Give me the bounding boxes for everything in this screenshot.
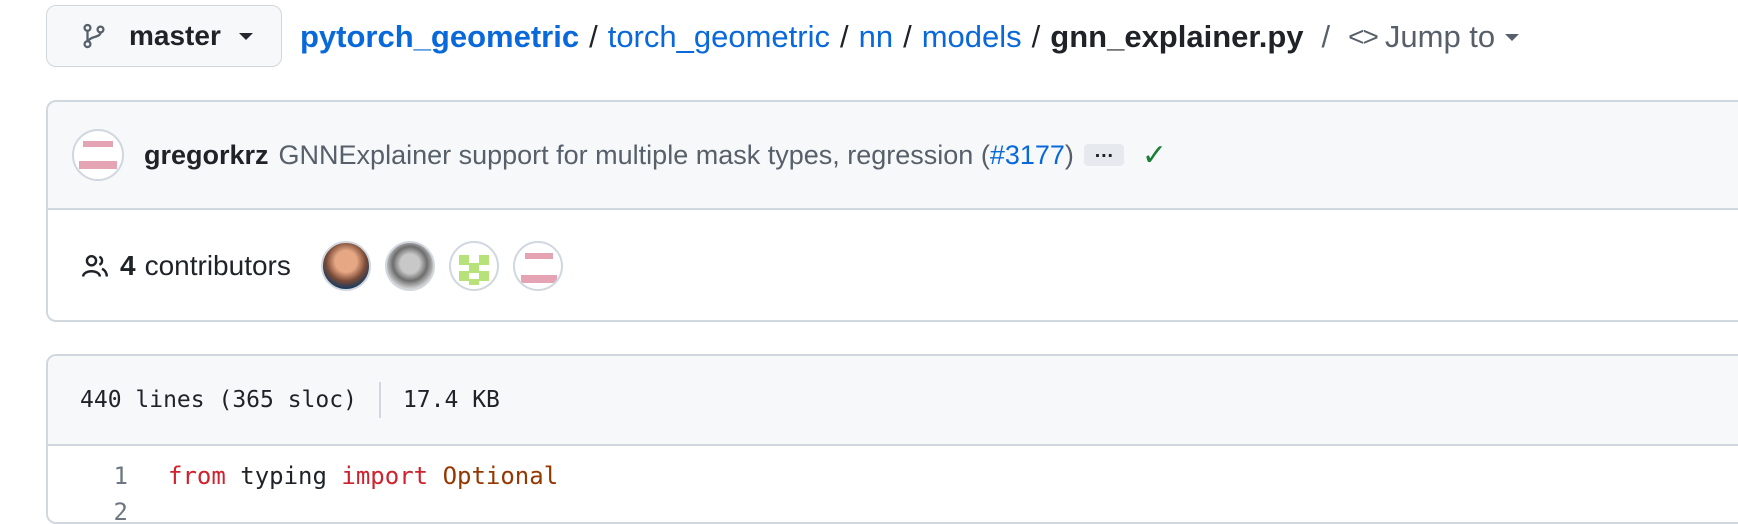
breadcrumb-repo-link[interactable]: pytorch_geometric bbox=[300, 19, 579, 55]
file-view: 440 lines (365 sloc) 17.4 KB 1 from typi… bbox=[46, 354, 1738, 524]
contributors-row: 4 contributors bbox=[48, 210, 1738, 320]
file-info-header: 440 lines (365 sloc) 17.4 KB bbox=[48, 356, 1738, 446]
code-keyword: import bbox=[341, 462, 429, 490]
contributor-avatar[interactable] bbox=[448, 241, 499, 291]
breadcrumb-separator: / bbox=[1031, 19, 1041, 54]
commit-message-suffix: ) bbox=[1064, 139, 1074, 170]
check-icon[interactable]: ✓ bbox=[1142, 138, 1167, 173]
code-line: 2 bbox=[48, 494, 1738, 522]
breadcrumb-file-name: gnn_explainer.py bbox=[1050, 19, 1304, 54]
file-line-count: 440 lines (365 sloc) bbox=[80, 387, 357, 413]
jump-to-label: Jump to bbox=[1384, 19, 1496, 54]
author-avatar[interactable] bbox=[72, 129, 124, 181]
latest-commit-row: gregorkrz GNNExplainer support for multi… bbox=[48, 102, 1738, 210]
breadcrumb-torch-geometric-link[interactable]: torch_geometric bbox=[608, 19, 830, 55]
jump-to-button[interactable]: <> Jump to bbox=[1348, 19, 1520, 55]
contributor-avatar[interactable] bbox=[320, 241, 371, 291]
code-icon: <> bbox=[1348, 21, 1379, 52]
code-line: 1 from typing import Optional bbox=[48, 458, 1738, 494]
contributors-label[interactable]: contributors bbox=[145, 250, 291, 282]
breadcrumb-separator: / bbox=[589, 19, 598, 54]
contributors-count[interactable]: 4 bbox=[120, 250, 136, 282]
branch-selector-button[interactable]: master bbox=[46, 5, 282, 67]
code-identifier: Optional bbox=[442, 462, 559, 490]
commit-pr-link[interactable]: #3177 bbox=[990, 140, 1065, 170]
breadcrumb-models-link[interactable]: models bbox=[922, 19, 1022, 55]
code-module: typing bbox=[240, 462, 327, 490]
commit-message-text: GNNExplainer support for multiple mask t… bbox=[278, 139, 990, 170]
chevron-down-icon bbox=[1505, 33, 1520, 41]
breadcrumb-nn-link[interactable]: nn bbox=[859, 19, 893, 55]
file-info-divider bbox=[378, 382, 381, 418]
line-number[interactable]: 1 bbox=[48, 462, 128, 490]
people-icon bbox=[81, 254, 109, 277]
commit-author-link[interactable]: gregorkrz bbox=[144, 140, 269, 171]
branch-name: master bbox=[129, 20, 221, 51]
git-branch-icon bbox=[83, 23, 105, 49]
contributor-avatar[interactable] bbox=[384, 241, 435, 291]
line-number[interactable]: 2 bbox=[48, 498, 128, 522]
breadcrumb-separator: / bbox=[839, 19, 849, 54]
chevron-down-icon bbox=[238, 32, 253, 40]
commit-message[interactable]: GNNExplainer support for multiple mask t… bbox=[279, 140, 1074, 171]
breadcrumb: pytorch_geometric / torch_geometric / nn… bbox=[300, 12, 1520, 62]
file-size: 17.4 KB bbox=[402, 387, 500, 413]
contributor-avatar[interactable] bbox=[512, 241, 563, 291]
expand-commit-message-button[interactable]: … bbox=[1083, 141, 1124, 166]
breadcrumb-separator: / bbox=[903, 19, 912, 54]
breadcrumb-separator: / bbox=[1321, 19, 1331, 54]
code-keyword: from bbox=[168, 462, 226, 490]
latest-commit-box: gregorkrz GNNExplainer support for multi… bbox=[46, 100, 1738, 322]
contributor-avatars bbox=[320, 241, 577, 291]
